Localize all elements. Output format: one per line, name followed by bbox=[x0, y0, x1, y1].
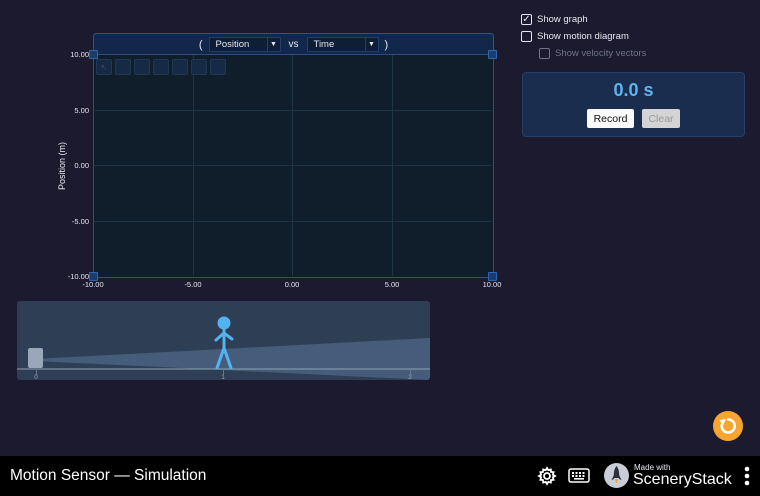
open-paren: ( bbox=[198, 38, 203, 51]
clear-button[interactable]: Clear bbox=[642, 109, 680, 128]
graph-toolbar: ↖ bbox=[96, 59, 226, 75]
reset-arrow-icon bbox=[719, 418, 736, 434]
settings-tool-icon bbox=[210, 59, 226, 75]
motion-scene: 0 1 2 bbox=[17, 301, 430, 380]
graph-plot-area[interactable] bbox=[93, 54, 494, 278]
scenerystack-logo-icon[interactable] bbox=[603, 462, 630, 489]
checkbox-empty-icon bbox=[521, 31, 532, 42]
scale-label: 2 bbox=[408, 374, 412, 380]
stick-figure-walker[interactable] bbox=[211, 315, 237, 371]
show-motion-diagram-label: Show motion diagram bbox=[537, 31, 629, 42]
timer-readout: 0.0 s bbox=[613, 80, 654, 100]
zoom-in-tool-icon bbox=[115, 59, 131, 75]
y-axis-label: Position (m) bbox=[57, 141, 67, 191]
show-motion-diagram-checkbox[interactable]: Show motion diagram bbox=[521, 31, 629, 42]
close-paren: ) bbox=[384, 38, 389, 51]
x-quantity-dropdown[interactable]: Time ▼ bbox=[306, 37, 379, 52]
y-tick-label: 10.00 bbox=[70, 50, 89, 59]
more-options-icon[interactable] bbox=[744, 466, 750, 486]
vs-label: vs bbox=[288, 39, 299, 50]
x-tick-label: 5.00 bbox=[384, 280, 400, 289]
show-velocity-vectors-checkbox[interactable]: Show velocity vectors bbox=[539, 48, 646, 59]
show-graph-checkbox[interactable]: ✓ Show graph bbox=[521, 14, 588, 25]
scale-label: 0 bbox=[34, 374, 38, 380]
graph-header: ( Position ▼ vs Time ▼ ) bbox=[93, 33, 494, 55]
checkbox-empty-icon bbox=[539, 48, 550, 59]
y-tick-label: 5.00 bbox=[74, 106, 89, 115]
x-tick-label: -5.00 bbox=[184, 280, 202, 289]
dropdown-arrow-icon: ▼ bbox=[266, 38, 280, 51]
navigation-bar: Motion Sensor — Simulation Made with Sce… bbox=[0, 456, 760, 496]
y-quantity-dropdown[interactable]: Position ▼ bbox=[208, 37, 281, 52]
x-tick-label: 0.00 bbox=[284, 280, 300, 289]
fit-tool-icon bbox=[153, 59, 169, 75]
grid-line bbox=[94, 110, 492, 111]
x-tick-label: 10.00 bbox=[482, 280, 502, 289]
gear-icon[interactable] bbox=[537, 466, 557, 486]
show-velocity-vectors-label: Show velocity vectors bbox=[555, 48, 647, 59]
sim-title: Motion Sensor — Simulation bbox=[10, 467, 207, 484]
show-graph-label: Show graph bbox=[537, 14, 588, 25]
y-quantity-value: Position bbox=[215, 39, 250, 50]
scale-label: 1 bbox=[221, 374, 225, 380]
measure-tool-icon bbox=[191, 59, 207, 75]
reset-all-button[interactable] bbox=[713, 411, 743, 441]
grid-line bbox=[94, 221, 492, 222]
zoom-out-tool-icon bbox=[134, 59, 150, 75]
x-tick-label: -10.00 bbox=[82, 280, 104, 289]
resize-handle-top-left[interactable] bbox=[89, 50, 98, 59]
timer-panel: 0.0 s Record Clear bbox=[522, 72, 745, 137]
checkmark-icon: ✓ bbox=[521, 13, 532, 25]
scenerystack-brand: SceneryStack bbox=[633, 471, 732, 488]
record-button[interactable]: Record bbox=[587, 109, 634, 128]
resize-handle-top-right[interactable] bbox=[488, 50, 497, 59]
y-tick-label: -5.00 bbox=[71, 217, 89, 226]
dropdown-arrow-icon: ▼ bbox=[364, 38, 378, 51]
grid-line bbox=[94, 165, 492, 166]
x-quantity-value: Time bbox=[313, 39, 335, 50]
y-tick-label: 0.00 bbox=[74, 161, 89, 170]
pan-tool-icon: ↖ bbox=[96, 59, 112, 75]
cursor-tool-icon bbox=[172, 59, 188, 75]
motion-sensor-device[interactable] bbox=[28, 348, 43, 368]
keyboard-icon[interactable] bbox=[568, 468, 590, 483]
